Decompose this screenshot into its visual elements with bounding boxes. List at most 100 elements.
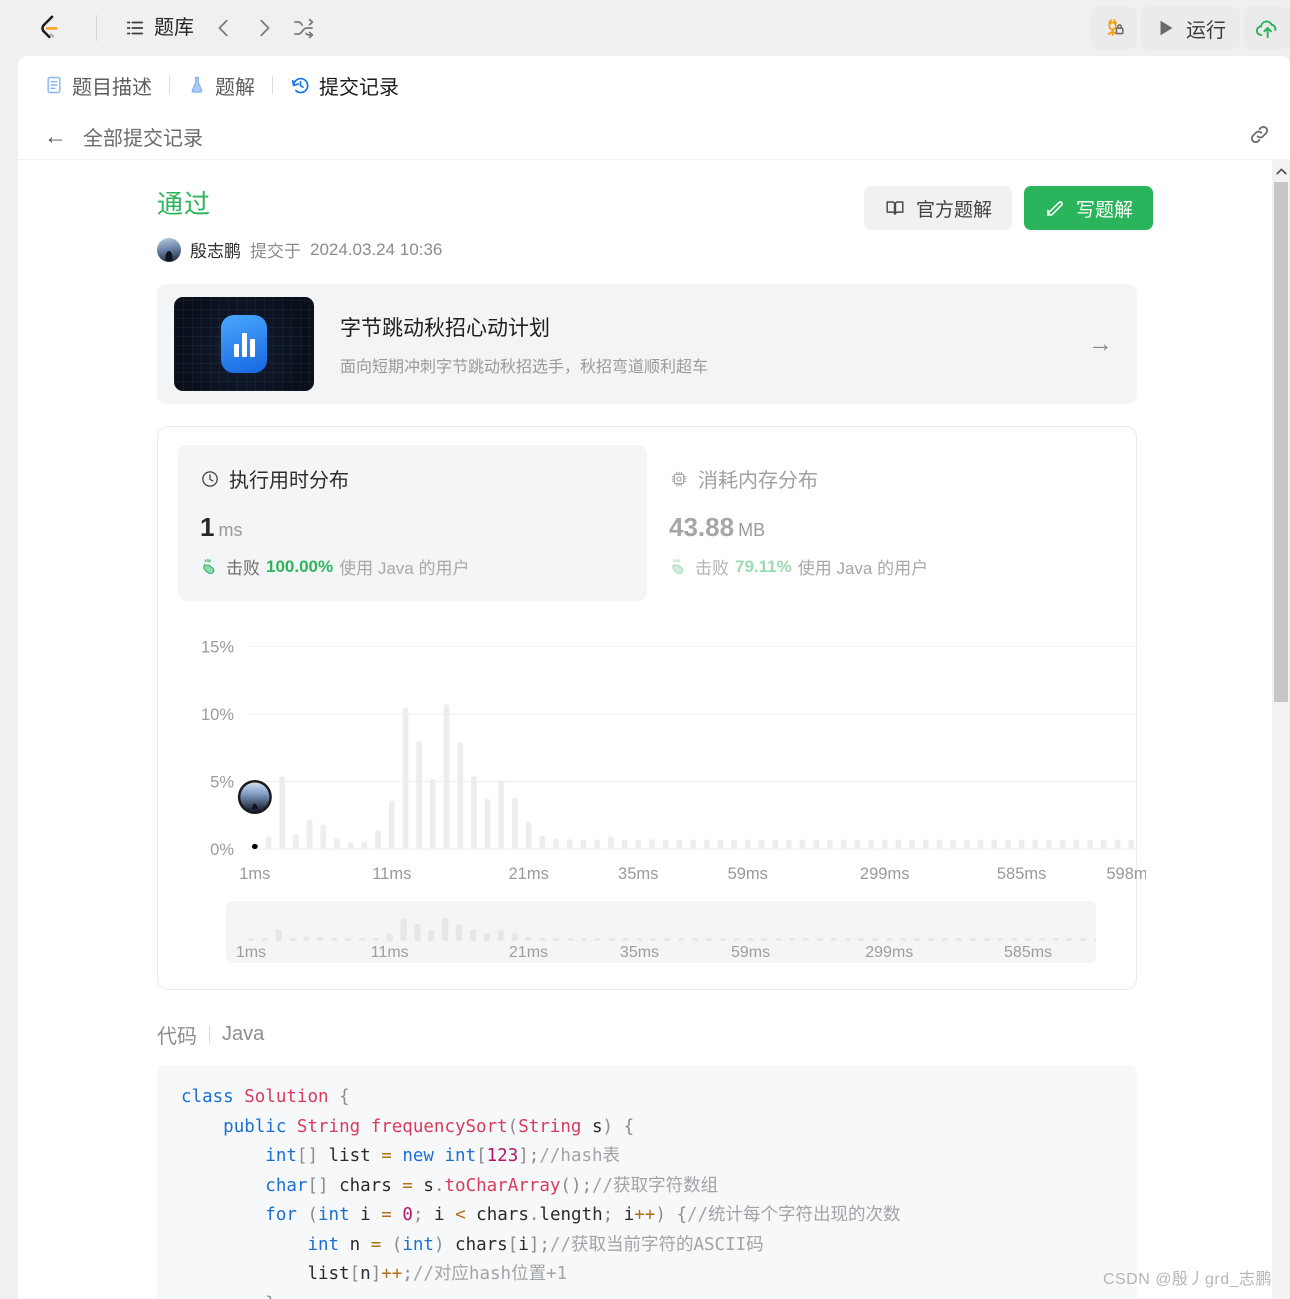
minimap-bar bbox=[691, 938, 699, 941]
copy-link-button[interactable] bbox=[1247, 122, 1272, 152]
histogram-bar bbox=[662, 839, 669, 849]
code-label: 代码 bbox=[157, 1026, 197, 1048]
histogram-bar bbox=[553, 838, 559, 850]
histogram-bar bbox=[388, 800, 395, 849]
vertical-scrollbar[interactable] bbox=[1272, 160, 1290, 1299]
list-icon bbox=[126, 21, 144, 35]
memory-stat-box[interactable]: 消耗内存分布 43.88 MB 击败 79.11% 使用 Java 的用户 bbox=[647, 445, 1116, 601]
promo-arrow-icon[interactable]: → bbox=[1088, 331, 1113, 357]
minimap-tick-label: 585ms bbox=[1004, 944, 1052, 961]
submitter-row: 殷志鹏 提交于 2024.03.24 10:36 bbox=[157, 237, 442, 262]
histogram-bar bbox=[1005, 839, 1011, 849]
next-problem-button[interactable] bbox=[245, 9, 283, 47]
histogram-bar bbox=[922, 839, 929, 849]
runtime-distribution-chart[interactable]: 0% 5% 10% 15% 1ms 11ms 21ms 35ms 59ms 299ms 585ms 5… bbox=[178, 615, 1146, 895]
avatar bbox=[157, 237, 181, 262]
run-button[interactable]: 运行 bbox=[1141, 7, 1240, 49]
memory-unit: MB bbox=[738, 520, 766, 540]
nav-group: 题库 bbox=[115, 9, 323, 47]
minimap-bar bbox=[844, 938, 851, 941]
chart-minimap-brush[interactable]: 1ms11ms21ms35ms59ms299ms585ms598ms bbox=[226, 901, 1096, 963]
y-axis-tick-label: 5% bbox=[210, 774, 234, 792]
debug-button[interactable] bbox=[1091, 7, 1137, 49]
history-icon bbox=[291, 77, 309, 93]
random-problem-button[interactable] bbox=[285, 9, 323, 47]
clock-icon bbox=[202, 470, 218, 487]
submitter-name[interactable]: 殷志鹏 bbox=[190, 237, 241, 262]
code-line: class Solution { bbox=[181, 1087, 350, 1107]
histogram-bar bbox=[539, 836, 546, 849]
write-solution-button[interactable]: 写题解 bbox=[1023, 186, 1153, 230]
tab-description[interactable]: 题目描述 bbox=[36, 67, 160, 104]
histogram-bar bbox=[731, 839, 737, 849]
app-root: 题库 运行 题目描述 题解 提交记录 ← 全部提交记录 通过 殷志鹏 提交于 2… bbox=[0, 0, 1290, 1299]
tab-submissions[interactable]: 提交记录 bbox=[282, 67, 407, 104]
histogram-bar bbox=[1032, 839, 1039, 849]
histogram-bar bbox=[621, 839, 628, 849]
scrollbar-thumb[interactable] bbox=[1274, 182, 1288, 702]
back-button[interactable]: ← bbox=[44, 125, 67, 148]
minimap-bar bbox=[594, 938, 601, 941]
histogram-bar bbox=[416, 741, 423, 849]
code-line: int n = (int) chars[i];//获取当前字符的ASCII码 bbox=[307, 1234, 764, 1255]
code-line: for (int i = 0; i < chars.length; i++) {… bbox=[265, 1205, 901, 1225]
histogram-bar bbox=[950, 839, 957, 849]
official-solution-button[interactable]: 官方题解 bbox=[863, 186, 1012, 230]
histogram-bar bbox=[649, 839, 655, 849]
submit-button[interactable] bbox=[1244, 7, 1290, 49]
runtime-stat-header: 执行用时分布 bbox=[200, 464, 625, 493]
minimap-bar bbox=[1038, 938, 1046, 941]
user-avatar-marker[interactable] bbox=[237, 780, 272, 814]
code-line: char[] chars = s.toCharArray();//获取字符数组 bbox=[265, 1175, 719, 1196]
minimap-bar bbox=[830, 938, 837, 941]
chevron-up-icon bbox=[1275, 168, 1287, 174]
minimap-bar bbox=[608, 938, 615, 941]
histogram-bar bbox=[868, 839, 874, 849]
promo-banner[interactable]: 字节跳动秋招心动计划 面向短期冲刺字节跳动秋招选手，秋招弯道顺利超车 → bbox=[157, 284, 1137, 404]
tab-solutions[interactable]: 题解 bbox=[179, 67, 263, 104]
histogram-bar bbox=[457, 742, 464, 849]
code-block[interactable]: class Solution { public String frequency… bbox=[157, 1065, 1137, 1299]
histogram-bar bbox=[443, 704, 450, 849]
status-badge: 通过 bbox=[157, 189, 212, 219]
leetcode-logo[interactable] bbox=[0, 13, 96, 43]
topnav-right-actions: 运行 bbox=[1091, 0, 1290, 56]
minimap-bar bbox=[927, 938, 935, 941]
histogram-bar bbox=[429, 778, 436, 849]
histogram-bar bbox=[936, 839, 943, 849]
problemset-button[interactable]: 题库 bbox=[115, 12, 203, 44]
main-panel: 题目描述 题解 提交记录 ← 全部提交记录 通过 殷志鹏 提交于 2024.03… bbox=[18, 56, 1290, 1299]
prev-problem-button[interactable] bbox=[205, 9, 243, 47]
minimap-bar bbox=[289, 938, 296, 941]
minimap-bar bbox=[247, 938, 255, 941]
minimap-bar bbox=[872, 938, 879, 941]
minimap-bar bbox=[372, 938, 379, 941]
minimap-bar bbox=[969, 938, 976, 941]
minimap-bar bbox=[317, 937, 324, 941]
cpu-icon bbox=[671, 471, 687, 486]
minimap-bar bbox=[650, 938, 657, 941]
official-solution-label: 官方题解 bbox=[915, 199, 992, 221]
histogram-bar bbox=[758, 839, 765, 849]
verdict-block: 通过 殷志鹏 提交于 2024.03.24 10:36 bbox=[157, 184, 442, 262]
play-icon bbox=[1160, 20, 1173, 36]
submission-scroll-area[interactable]: 通过 殷志鹏 提交于 2024.03.24 10:36 官方题解 写题解 字节跳… bbox=[18, 160, 1290, 1299]
histogram-svg: 0% 5% 10% 15% 1ms 11ms 21ms 35ms 59ms 299ms 585ms 5… bbox=[201, 639, 1146, 884]
histogram-bar bbox=[744, 839, 751, 849]
histogram-bar bbox=[1100, 839, 1107, 849]
minimap-bar bbox=[358, 938, 366, 941]
histogram-bar bbox=[484, 799, 491, 849]
tab-description-label: 题目描述 bbox=[72, 76, 152, 99]
chevron-right-icon bbox=[260, 19, 270, 37]
stats-row: 执行用时分布 1 ms 击败 100.00% 使用 Java 的用户 消耗内存分… bbox=[178, 445, 1116, 601]
memory-beat-prefix: 击败 bbox=[695, 559, 729, 578]
edit-icon bbox=[1047, 201, 1063, 216]
description-icon bbox=[47, 76, 61, 94]
y-axis-tick-label: 0% bbox=[210, 841, 234, 859]
scroll-up-button[interactable] bbox=[1272, 160, 1290, 182]
memory-beat-suffix: 使用 Java 的用户 bbox=[797, 559, 929, 578]
minimap-bar bbox=[664, 938, 671, 941]
runtime-beat-suffix: 使用 Java 的用户 bbox=[339, 559, 470, 578]
breadcrumb-all-submissions[interactable]: 全部提交记录 bbox=[83, 122, 203, 151]
runtime-stat-box[interactable]: 执行用时分布 1 ms 击败 100.00% 使用 Java 的用户 bbox=[178, 445, 647, 601]
